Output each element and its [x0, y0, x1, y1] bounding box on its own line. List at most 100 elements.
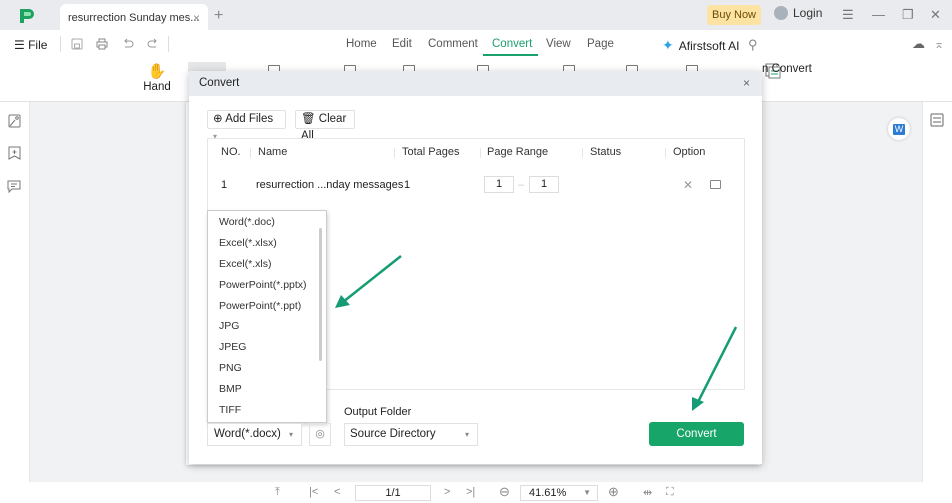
file-menu[interactable]: ☰ File [14, 38, 47, 52]
ai-assistant-button[interactable]: ✦ Afirstsoft AI [662, 37, 739, 54]
chevron-down-icon: ▾ [288, 430, 293, 439]
divider [168, 36, 169, 52]
format-option[interactable]: JPG [219, 320, 239, 332]
minimize-icon[interactable]: — [872, 7, 885, 22]
tab-comment[interactable]: Comment [428, 38, 478, 50]
page-range-to-input[interactable]: 1 [529, 176, 559, 193]
status-bar [0, 482, 952, 503]
next-page-icon[interactable]: > [444, 486, 450, 498]
fit-page-icon[interactable]: ⛶ [666, 486, 674, 499]
tab-title: resurrection Sunday mes... [68, 12, 200, 24]
add-files-label: ⊕ Add Files [213, 113, 274, 125]
buy-now-button[interactable]: Buy Now [707, 5, 761, 25]
remove-file-icon[interactable]: ✕ [683, 178, 693, 192]
search-icon[interactable]: ⚲ [748, 37, 758, 53]
column-divider [582, 148, 583, 158]
tab-close-icon[interactable]: × [193, 11, 200, 25]
format-option[interactable]: JPEG [219, 341, 246, 353]
tab-convert[interactable]: Convert [492, 38, 532, 50]
print-icon[interactable] [96, 38, 108, 50]
first-page-icon[interactable]: |< [309, 486, 318, 498]
output-format-value: Word(*.docx) [214, 428, 281, 440]
format-option[interactable]: Excel(*.xlsx) [219, 237, 277, 249]
undo-icon[interactable] [122, 38, 134, 50]
tab-view[interactable]: View [546, 38, 571, 50]
output-folder-select[interactable]: Source Directory ▾ [344, 423, 478, 446]
login-button[interactable]: Login [774, 6, 822, 20]
dropdown-scrollbar[interactable] [319, 228, 322, 361]
zoom-in-icon[interactable]: ⊕ [608, 484, 619, 500]
row-file-name: resurrection ...nday messages [256, 179, 404, 191]
row-number: 1 [221, 179, 228, 191]
ai-label: Afirstsoft AI [678, 38, 740, 53]
column-divider [250, 148, 251, 158]
format-settings-icon[interactable]: ◎ [309, 423, 331, 446]
hand-tool-button[interactable]: ✋ Hand [140, 63, 174, 93]
chevron-down-icon: ▼ [583, 488, 591, 497]
batch-convert-label[interactable]: n Convert [762, 63, 812, 75]
range-separator: – [518, 179, 525, 191]
tab-page[interactable]: Page [587, 38, 614, 50]
chevron-down-icon: ▾ [464, 430, 469, 439]
new-tab-button[interactable]: + [214, 7, 223, 25]
column-divider [394, 148, 395, 158]
column-divider [665, 148, 666, 158]
page-number-input[interactable]: 1/1 [355, 485, 431, 501]
dialog-title: Convert [199, 77, 240, 89]
column-header-status: Status [590, 146, 622, 158]
app-menu-icon[interactable]: ☰ [842, 7, 854, 23]
format-option[interactable]: TIFF [219, 404, 241, 416]
last-page-icon[interactable]: >| [466, 486, 475, 498]
restore-icon[interactable]: ❐ [902, 7, 914, 23]
column-header-name: Name [258, 146, 288, 158]
save-icon[interactable] [71, 38, 83, 50]
add-files-button[interactable]: ⊕ Add Files ▾ [207, 110, 286, 141]
format-option[interactable]: PNG [219, 362, 242, 374]
app-logo-icon [20, 9, 34, 23]
zoom-out-icon[interactable]: ⊖ [499, 484, 510, 500]
bookmark-icon[interactable] [8, 146, 21, 160]
previous-page-icon[interactable]: < [334, 486, 340, 498]
properties-panel-icon[interactable] [930, 113, 944, 127]
format-option[interactable]: PowerPoint(*.ppt) [219, 300, 301, 312]
format-option[interactable]: Excel(*.xls) [219, 258, 272, 270]
column-header-page-range: Page Range [487, 146, 549, 158]
convert-button[interactable]: Convert [649, 422, 744, 446]
output-folder-value: Source Directory [350, 428, 436, 440]
zoom-level-select[interactable]: 41.61% ▼ [520, 485, 598, 501]
login-label: Login [793, 6, 823, 20]
column-header-option: Option [673, 146, 706, 158]
zoom-value: 41.61% [529, 487, 567, 499]
open-folder-icon[interactable] [710, 180, 721, 189]
dialog-close-icon[interactable]: × [743, 76, 750, 90]
output-folder-label: Output Folder [344, 406, 412, 418]
cloud-upload-icon[interactable]: ☁ [912, 36, 925, 52]
output-format-select[interactable]: Word(*.docx) ▾ [207, 423, 302, 446]
tab-home[interactable]: Home [346, 38, 377, 50]
dialog-header [189, 71, 762, 96]
format-option[interactable]: Word(*.doc) [219, 216, 275, 228]
fit-width-icon[interactable]: ⇹ [643, 486, 652, 499]
format-option[interactable]: BMP [219, 383, 242, 395]
scroll-to-top-icon[interactable]: ⤒ [275, 486, 280, 499]
redo-icon[interactable] [147, 38, 159, 50]
comment-icon[interactable] [7, 180, 21, 193]
thumbnail-icon[interactable] [8, 114, 21, 128]
column-header-no: NO. [221, 146, 241, 158]
row-total-pages: 1 [404, 179, 411, 191]
sparkle-icon: ✦ [662, 37, 674, 53]
avatar-icon [774, 6, 788, 20]
page-range-from-input[interactable]: 1 [484, 176, 514, 193]
tab-edit[interactable]: Edit [392, 38, 412, 50]
hand-label: Hand [143, 81, 171, 93]
convert-to-word-icon[interactable]: W [888, 118, 910, 140]
hand-icon: ✋ [147, 63, 167, 80]
divider [60, 36, 61, 52]
column-header-total-pages: Total Pages [402, 146, 460, 158]
active-tab-indicator [483, 54, 538, 56]
clear-all-button[interactable]: 🗑 Clear All [295, 110, 355, 142]
document-tab[interactable]: resurrection Sunday mes... × [60, 4, 208, 30]
collapse-ribbon-icon[interactable]: ⌅ [934, 37, 944, 51]
format-option[interactable]: PowerPoint(*.pptx) [219, 279, 307, 291]
window-close-icon[interactable]: ✕ [930, 7, 941, 23]
